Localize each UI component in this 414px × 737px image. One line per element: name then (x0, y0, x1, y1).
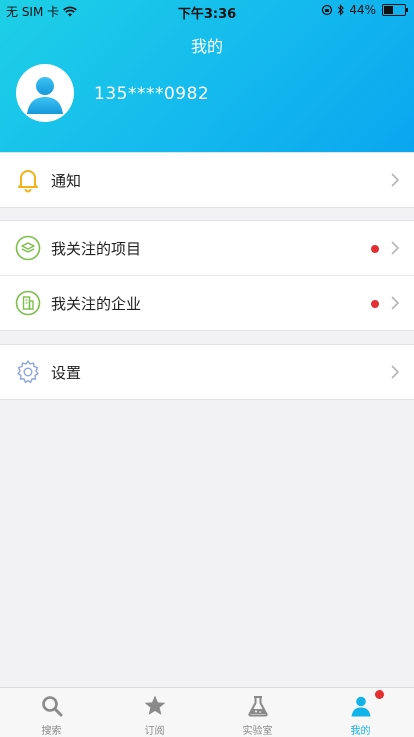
phone-number: 135****0982 (94, 84, 210, 104)
rotation-lock-icon (322, 4, 333, 16)
menu-item-followed-companies[interactable]: 我关注的企业 (0, 275, 414, 330)
tab-search[interactable]: 搜索 (0, 688, 103, 737)
star-icon (144, 695, 166, 715)
status-bar: 无 SIM 卡 下午3:36 44% (0, 0, 414, 22)
battery-percent: 44% (349, 3, 376, 17)
chevron-right-icon (391, 173, 400, 187)
battery-fill (384, 6, 393, 14)
chevron-right-icon (391, 365, 400, 379)
menu-item-notify[interactable]: 通知 (0, 153, 414, 207)
unread-dot-projects (371, 245, 379, 253)
bell-icon (18, 170, 38, 193)
tab-lab[interactable]: 实验室 (206, 688, 309, 737)
menu-group-settings: 设置 (0, 344, 414, 400)
avatar[interactable] (16, 64, 74, 122)
page-title: 我的 (190, 37, 223, 56)
flask-icon (248, 696, 268, 717)
tab-label-search: 搜索 (41, 726, 62, 737)
tab-label-subscribe: 订阅 (144, 726, 165, 737)
menu-group-notify: 通知 (0, 152, 414, 208)
tab-subscribe[interactable]: 订阅 (103, 688, 206, 737)
menu-label-settings: 设置 (51, 364, 82, 382)
profile-header: 无 SIM 卡 下午3:36 44% 我的 135****0982 (0, 0, 414, 152)
tab-mine[interactable]: 我的 (309, 688, 412, 737)
tab-label-lab: 实验室 (242, 726, 273, 737)
status-right: 44% (321, 3, 408, 17)
tab-badge-dot (375, 690, 384, 699)
gear-icon (17, 360, 39, 384)
search-icon (42, 696, 63, 717)
tab-label-mine: 我的 (350, 726, 371, 737)
battery-icon (382, 4, 408, 16)
bluetooth-icon (337, 4, 345, 16)
bottom-tab-bar: 搜索 订阅 实验室 我的 (0, 687, 414, 737)
menu-label-notify: 通知 (51, 172, 82, 190)
unread-dot-companies (371, 300, 379, 308)
avatar-user-icon (27, 77, 63, 114)
building-icon (15, 290, 41, 316)
menu-label-followed-projects: 我关注的项目 (51, 240, 142, 258)
menu-item-followed-projects[interactable]: 我关注的项目 (0, 221, 414, 275)
menu-item-settings[interactable]: 设置 (0, 345, 414, 399)
chevron-right-icon (391, 241, 400, 255)
user-icon (351, 696, 371, 717)
chevron-right-icon (391, 296, 400, 310)
layers-icon (15, 235, 41, 261)
menu-group-follow: 我关注的项目 我关注的企业 (0, 220, 414, 331)
menu-label-followed-companies: 我关注的企业 (51, 295, 142, 313)
